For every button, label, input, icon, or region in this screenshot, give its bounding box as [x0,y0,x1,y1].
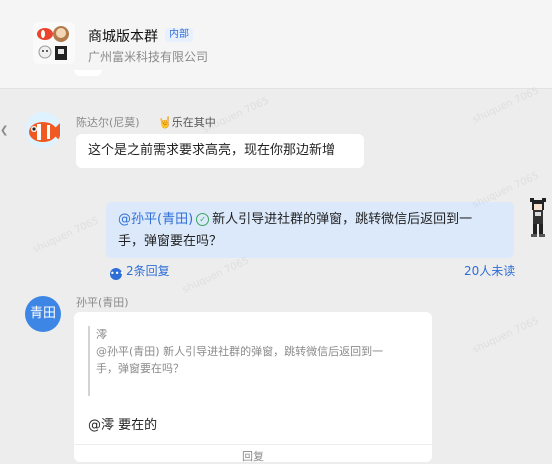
watermark: shuquen 7065 [471,85,541,126]
message-bubble[interactable]: 这个是之前需求要求高亮，现在你那边新增 [76,134,364,168]
reply-thread-link[interactable]: ••• 2条回复 [110,262,170,280]
unread-count-link[interactable]: 20人未读 [464,262,515,279]
my-avatar[interactable] [524,194,552,240]
sender-avatar[interactable]: 青田 [25,296,61,332]
scroll-left-icon[interactable]: ❮ [0,120,8,142]
message-text-line2: 手，弹窗要在吗？ [118,234,223,249]
reply-button[interactable]: 回复 [74,448,432,464]
quoted-message[interactable]: 澪 @孙平(青田) 新人引导进社群的弹窗，跳转微信后返回到一 手，弹窗要在吗？ [88,326,420,396]
check-circle-icon: ✓ [196,213,210,226]
watermark: shuquen 7065 [31,215,101,256]
quote-author: 澪 [96,328,107,341]
sender-status: 🤘乐在其中 [158,116,216,129]
quote-text-line1: @孙平(青田) 新人引导进社群的弹窗，跳转微信后返回到一 [96,345,384,358]
reply-message-card[interactable]: 澪 @孙平(青田) 新人引导进社群的弹窗，跳转微信后返回到一 手，弹窗要在吗？ … [74,312,432,464]
reply-count: 2条回复 [126,264,170,278]
sender-avatar[interactable] [25,112,61,148]
previous-message-bubble [74,70,102,76]
company-name: 广州富米科技有限公司 [88,50,209,64]
sender-name: 孙平(青田) [76,296,129,309]
group-title: 商城版本群 [88,29,158,45]
reply-text: @澪 要在的 [88,418,158,433]
divider [74,444,432,445]
sender-name: 陈达尔(尼莫) [76,116,140,129]
my-message-bubble[interactable]: @孙平(青田) ✓ 新人引导进社群的弹窗，跳转微信后返回到一 手，弹窗要在吗？ [106,202,514,258]
watermark: shuquen 7065 [181,255,251,296]
internal-tag: 内部 [165,28,193,42]
watermark: shuquen 7065 [471,315,541,356]
quote-text-line2: 手，弹窗要在吗？ [96,362,184,375]
mention-link[interactable]: @孙平(青田) [118,212,193,227]
message-text-line1: 新人引导进社群的弹窗，跳转微信后返回到一 [212,212,473,227]
reply-icon: ••• [110,268,125,280]
group-avatar[interactable] [33,22,75,64]
